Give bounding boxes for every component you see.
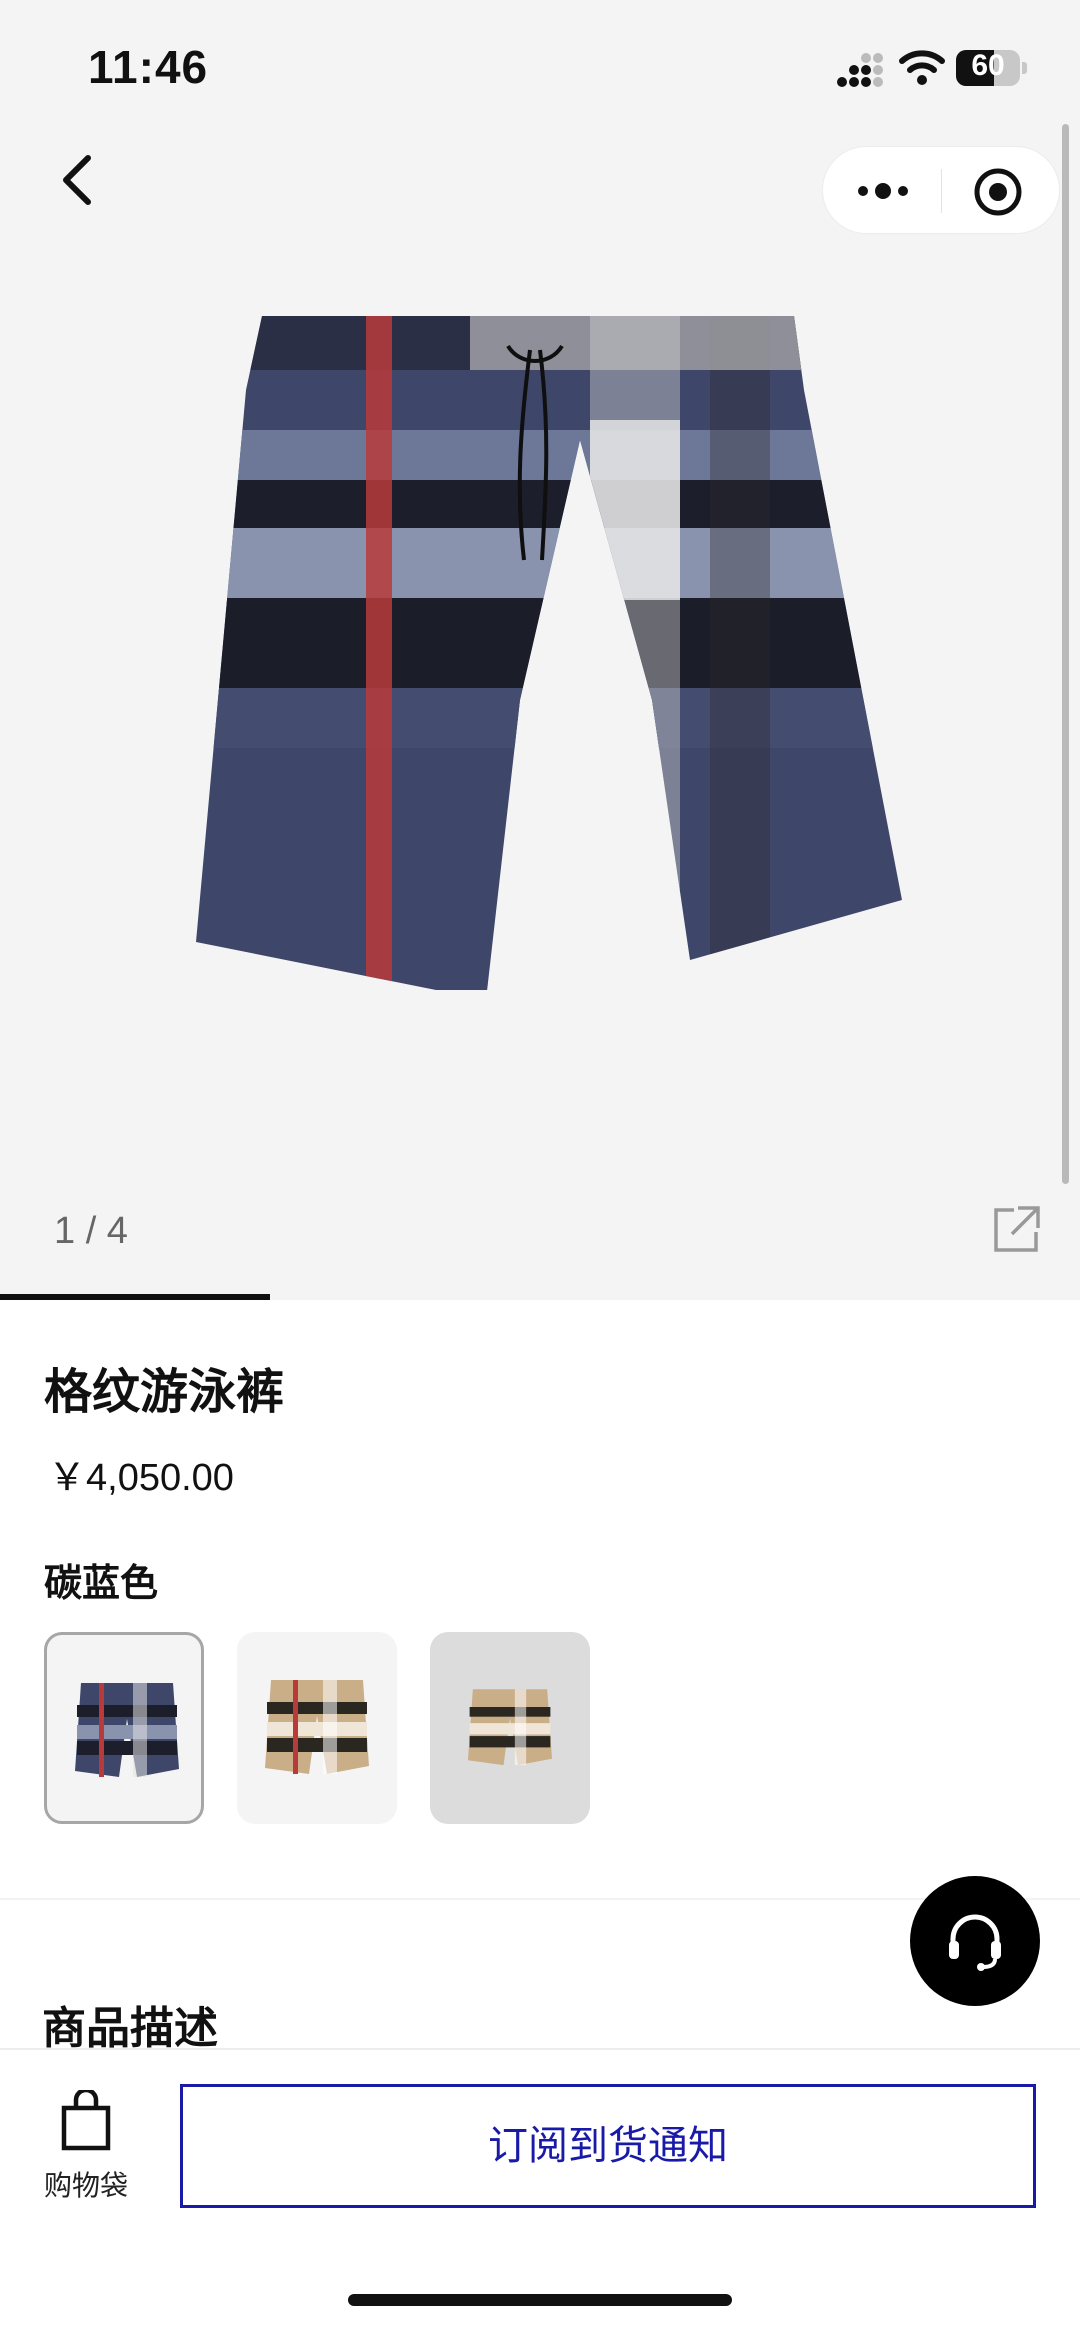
shopping-bag-icon xyxy=(61,2090,111,2151)
wifi-icon xyxy=(899,50,945,85)
description-heading: 商品描述 xyxy=(42,2004,218,2053)
swatch-archive-beige-small[interactable] xyxy=(430,1632,590,1824)
more-dots-icon[interactable] xyxy=(853,175,913,207)
shopping-bag-button[interactable]: 购物袋 xyxy=(30,2090,142,2220)
shopping-bag-label: 购物袋 xyxy=(43,2170,128,2201)
share-external-icon[interactable] xyxy=(992,1204,1042,1254)
battery-level: 60 xyxy=(971,49,1005,82)
swatch-image xyxy=(265,1680,369,1774)
chevron-left-icon[interactable] xyxy=(52,150,112,210)
product-detail-page: 11:46 60 1 / 4 格纹游泳裤 ￥4,050.00 碳蓝色 商品描述 … xyxy=(0,0,1080,2337)
cellular-signal-icon xyxy=(837,53,883,87)
swatch-archive-beige[interactable] xyxy=(237,1632,397,1824)
battery-icon: 60 xyxy=(956,48,1028,88)
gallery-progress-indicator xyxy=(0,1294,270,1300)
home-indicator[interactable] xyxy=(348,2294,732,2306)
subscribe-restock-button[interactable]: 订阅到货通知 xyxy=(180,2084,1036,2208)
customer-support-button[interactable] xyxy=(910,1876,1040,2006)
swatch-image xyxy=(468,1689,552,1766)
swatch-carbon-blue[interactable] xyxy=(44,1632,204,1824)
product-image-swim-shorts xyxy=(196,316,902,990)
miniprogram-capsule xyxy=(822,146,1060,234)
section-divider xyxy=(0,1898,1080,1900)
product-price: ￥4,050.00 xyxy=(48,1457,234,1499)
headset-icon xyxy=(949,1914,1001,1971)
status-time: 11:46 xyxy=(88,41,209,93)
status-bar: 11:46 60 xyxy=(0,0,1080,120)
product-title: 格纹游泳裤 xyxy=(44,1366,285,1419)
target-icon[interactable] xyxy=(973,167,1023,217)
gallery-scrollbar[interactable] xyxy=(1062,124,1069,1184)
gallery-counter: 1 / 4 xyxy=(54,1210,128,1252)
swatch-image xyxy=(75,1683,179,1777)
selected-color-name: 碳蓝色 xyxy=(44,1563,159,1605)
